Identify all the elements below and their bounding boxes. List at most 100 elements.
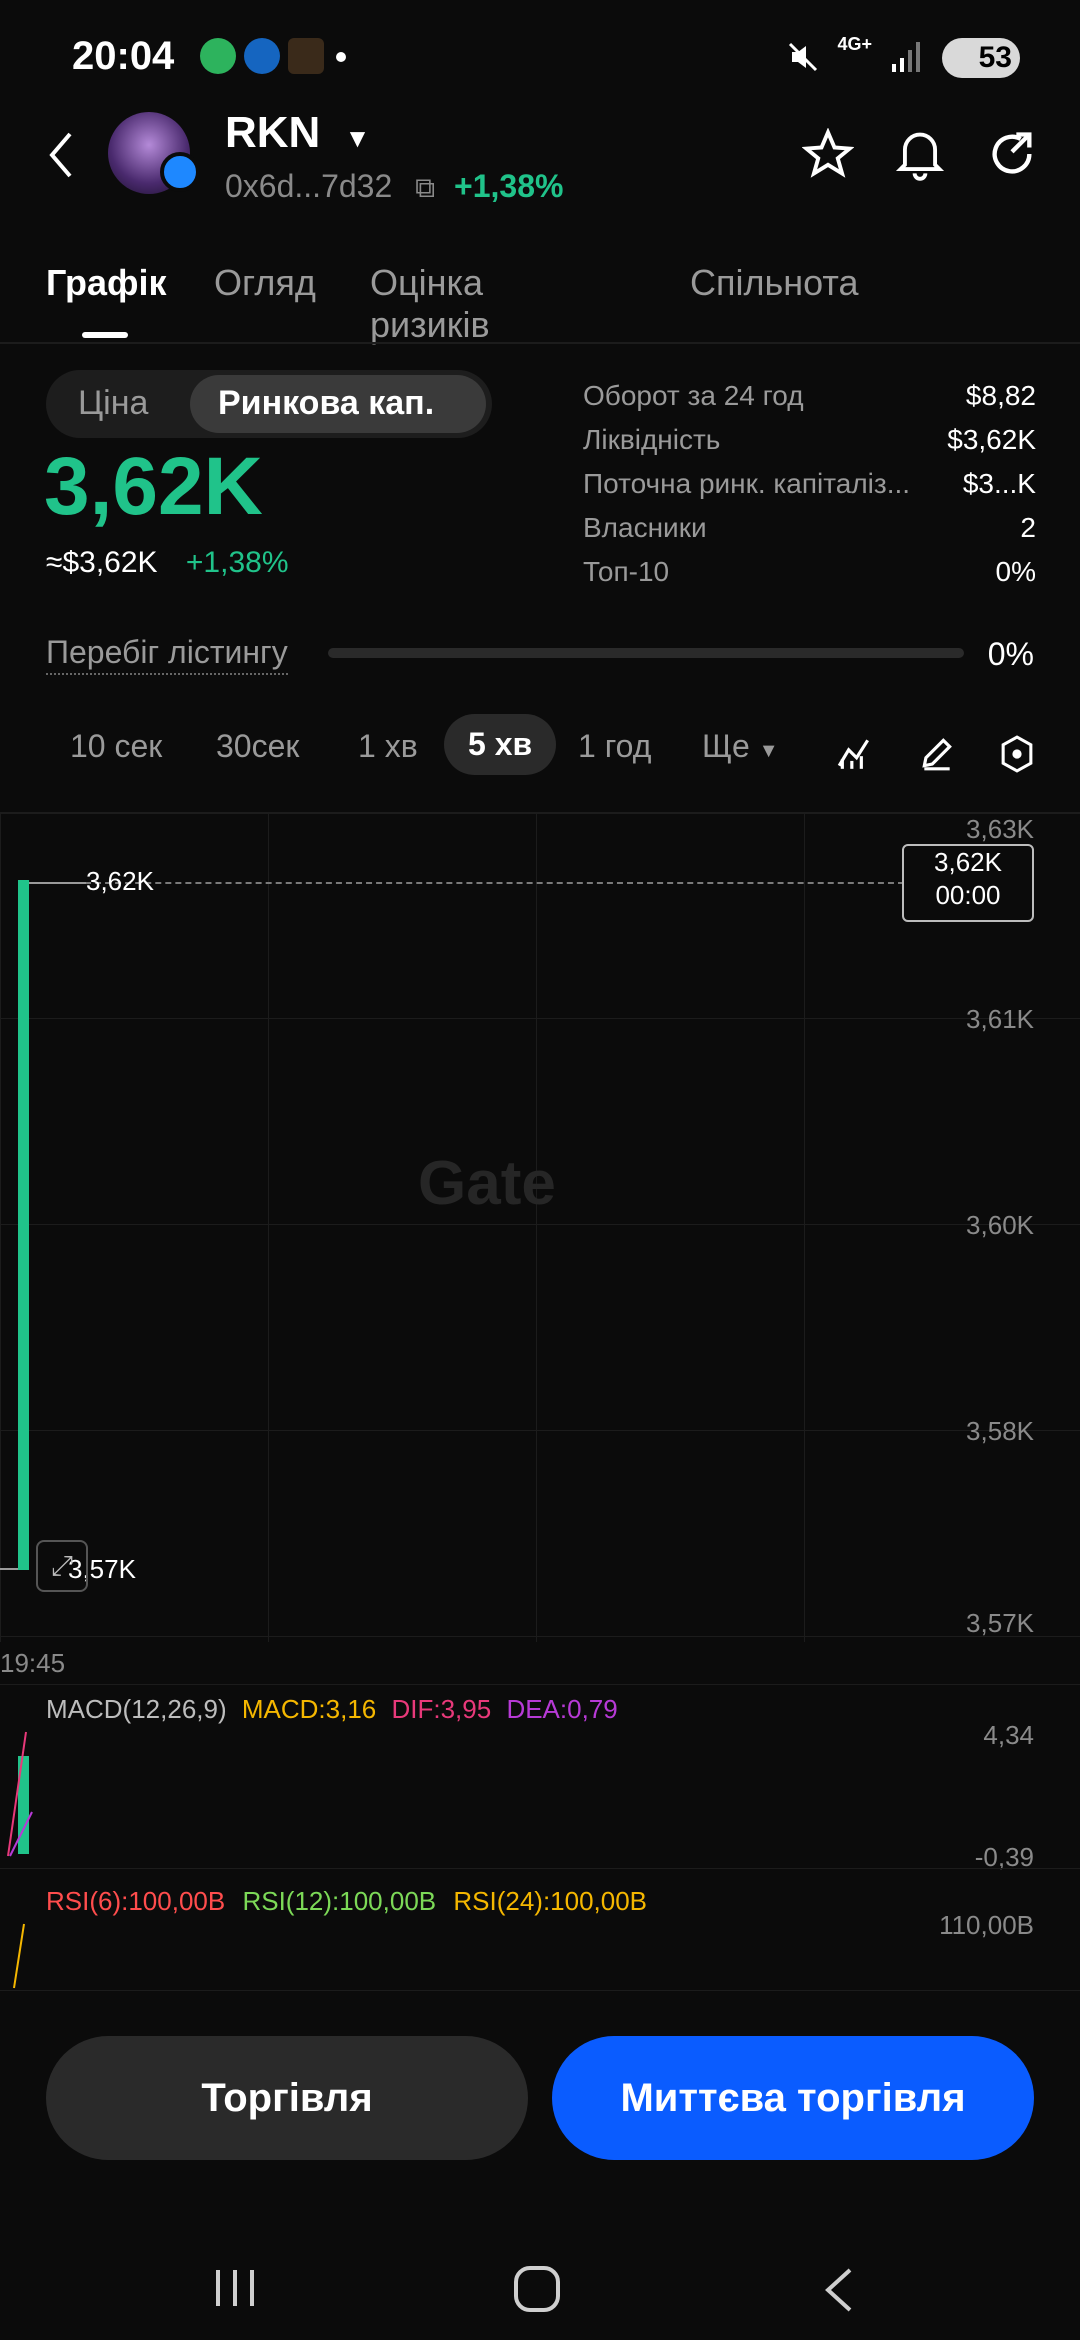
- trade-button[interactable]: Торгівля: [46, 2036, 528, 2160]
- macd-axis-top: 4,34: [983, 1720, 1034, 1750]
- macd-lines: [7, 1731, 33, 1857]
- rsi-legend: RSI(6):100,00B RSI(12):100,00B RSI(24):1…: [46, 1886, 647, 1917]
- app-notification-icon: [200, 38, 236, 74]
- divider: [0, 342, 1080, 344]
- recent-apps-icon[interactable]: [212, 2266, 258, 2310]
- y-axis-label: 3,63K: [966, 814, 1034, 844]
- rsi24-value: RSI(24):100,00B: [453, 1886, 648, 1916]
- home-icon[interactable]: [512, 2264, 562, 2314]
- grid-line: [268, 812, 269, 1642]
- dif-value: DIF:3,95: [391, 1694, 492, 1724]
- listing-progress-value: 0%: [987, 636, 1034, 672]
- stat-value: 0%: [995, 556, 1036, 587]
- grid-line: [0, 1684, 1080, 1685]
- copy-icon[interactable]: ⧉: [415, 172, 435, 203]
- grid-line: [0, 1430, 1080, 1431]
- grid-line: [804, 812, 805, 1642]
- divider: [0, 812, 1080, 814]
- rsi-line: [13, 1923, 25, 1989]
- macd-legend: MACD(12,26,9) MACD:3,16 DIF:3,95 DEA:0,7…: [46, 1694, 618, 1725]
- chart-settings-icon[interactable]: [998, 734, 1036, 774]
- caret-down-icon: ▼: [758, 740, 779, 762]
- interval-1h[interactable]: 1 год: [578, 728, 651, 765]
- grid-line: [0, 1990, 1080, 1991]
- battery-indicator: 53: [942, 38, 1020, 78]
- header-change: +1,38%: [454, 168, 564, 204]
- instant-trade-button[interactable]: Миттєва торгівля: [552, 2036, 1034, 2160]
- network-type: 4G+: [837, 34, 872, 54]
- interval-more[interactable]: Ще ▼: [702, 728, 778, 765]
- grid-line: [0, 1018, 1080, 1019]
- rsi12-value: RSI(12):100,00B: [242, 1886, 437, 1916]
- stat-row: Топ-10 0%: [583, 550, 1036, 594]
- current-price-box: 3,62K 00:00: [902, 844, 1034, 922]
- token-name[interactable]: RKN ▼: [225, 108, 370, 158]
- high-marker-line: [20, 882, 86, 884]
- y-axis-label: 3,61K: [966, 1004, 1034, 1034]
- low-marker-line: [0, 1568, 20, 1570]
- token-address: 0x6d...7d32 ⧉ +1,38%: [225, 168, 564, 204]
- macd-label: MACD(12,26,9): [46, 1694, 227, 1724]
- system-back-icon[interactable]: [822, 2266, 856, 2314]
- share-icon[interactable]: [986, 128, 1038, 180]
- caret-down-icon[interactable]: ▼: [345, 123, 371, 153]
- grid-line: [0, 1636, 1080, 1637]
- tab-risk[interactable]: Оцінка ризиків: [370, 262, 490, 346]
- tab-community[interactable]: Спільнота: [690, 262, 858, 304]
- dea-value: DEA:0,79: [506, 1694, 618, 1724]
- draw-pencil-icon[interactable]: [918, 734, 956, 772]
- stat-row: Власники 2: [583, 506, 1036, 550]
- toggle-price[interactable]: Ціна: [78, 384, 148, 423]
- grid-line: [0, 1224, 1080, 1225]
- interval-30s[interactable]: 30сек: [216, 728, 299, 765]
- back-arrow-icon[interactable]: [46, 130, 76, 180]
- tab-underline: [82, 332, 128, 338]
- current-price-line: [85, 882, 904, 884]
- stat-label: Поточна ринк. капіталіз...: [583, 468, 911, 499]
- candle: [18, 880, 29, 1570]
- bell-icon[interactable]: [894, 126, 946, 182]
- status-time: 20:04: [72, 34, 175, 78]
- y-axis-label: 3,57K: [966, 1608, 1034, 1638]
- usd-value: ≈$3,62K +1,38%: [46, 546, 289, 580]
- y-axis-label: 3,60K: [966, 1210, 1034, 1240]
- stat-row: Ліквідність $3,62K: [583, 418, 1036, 462]
- favorite-star-icon[interactable]: [802, 128, 854, 180]
- interval-10s[interactable]: 10 сек: [70, 728, 162, 765]
- market-cap-value: 3,62K: [44, 441, 263, 532]
- stat-label: Оборот за 24 год: [583, 380, 804, 411]
- listing-progress-label[interactable]: Перебіг лістингу: [46, 634, 288, 675]
- price-change: +1,38%: [185, 546, 289, 579]
- stat-label: Власники: [583, 512, 707, 543]
- app-notification-icon: [244, 38, 280, 74]
- current-time: 00:00: [935, 880, 1001, 910]
- app-notification-icon: [288, 38, 324, 74]
- tab-chart[interactable]: Графік: [46, 262, 167, 304]
- stat-value: $8,82: [965, 380, 1036, 411]
- grid-line: [536, 812, 537, 1642]
- stat-value: 2: [1020, 512, 1036, 543]
- rsi-axis-top: 110,00B: [939, 1910, 1034, 1940]
- interval-5m[interactable]: 5 хв: [444, 714, 557, 775]
- grid-line: [0, 1868, 1080, 1869]
- stat-row: Поточна ринк. капіталіз... $3...K: [583, 462, 1036, 506]
- signal-icon: [892, 42, 920, 72]
- stat-label: Топ-10: [583, 556, 670, 587]
- high-label: 3,62K: [86, 866, 154, 896]
- rsi6-value: RSI(6):100,00B: [46, 1886, 226, 1916]
- listing-progress-bar: [328, 648, 964, 658]
- usd-amount: ≈$3,62K: [46, 546, 158, 579]
- tab-overview[interactable]: Огляд: [214, 262, 316, 304]
- grid-line: [0, 812, 1, 1642]
- interval-1m[interactable]: 1 хв: [358, 728, 418, 765]
- stats-panel: Оборот за 24 год $8,82 Ліквідність $3,62K …: [583, 374, 1036, 594]
- mute-icon: [788, 42, 818, 72]
- toggle-market-cap[interactable]: Ринкова кап.: [218, 384, 434, 423]
- system-nav-bar: [0, 2240, 1080, 2340]
- macd-value: MACD:3,16: [241, 1694, 377, 1724]
- expand-chart-icon[interactable]: ⤢: [36, 1540, 88, 1592]
- status-bar: 20:04 4G+ 53: [72, 30, 1020, 90]
- stat-value: $3,62K: [947, 424, 1036, 455]
- y-axis-label: 3,58K: [966, 1416, 1034, 1446]
- indicator-icon[interactable]: [836, 734, 874, 772]
